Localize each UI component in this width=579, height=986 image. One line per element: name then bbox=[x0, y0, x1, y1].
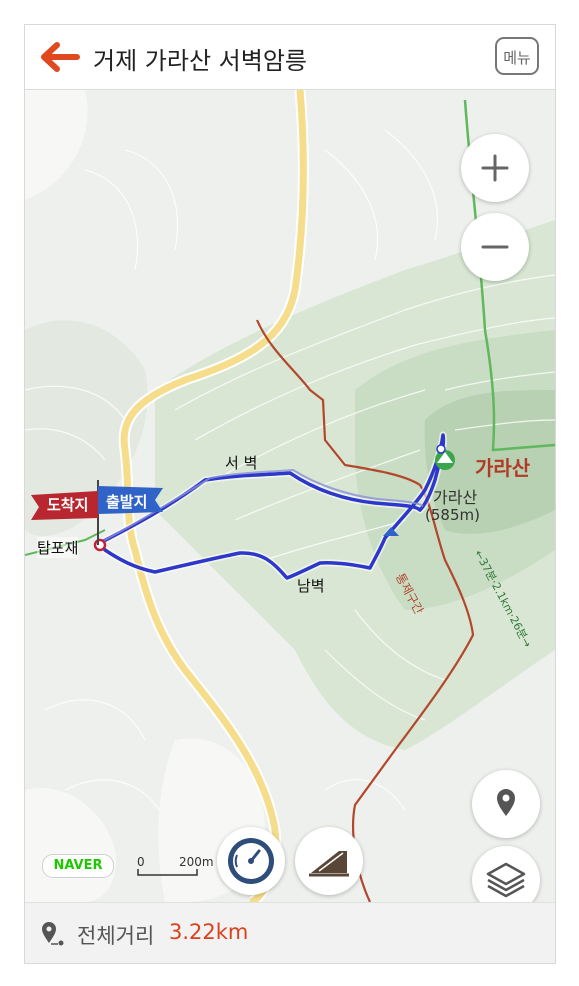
header-bar: 거제 가라산 서벽암릉 메뉴 bbox=[25, 25, 555, 90]
page-title: 거제 가라산 서벽암릉 bbox=[93, 47, 307, 75]
app-frame: 거제 가라산 서벽암릉 메뉴 가라산 가라산 (585m) 서 벽 남벽 탑포재… bbox=[24, 24, 556, 964]
zoom-out-button[interactable] bbox=[461, 213, 529, 281]
back-arrow-icon bbox=[41, 42, 80, 72]
peak-elevation-label: (585m) bbox=[425, 506, 480, 524]
my-location-button[interactable] bbox=[472, 770, 540, 838]
layers-icon bbox=[486, 862, 526, 898]
naver-logo: NAVER bbox=[42, 854, 114, 878]
gauge-button[interactable] bbox=[217, 827, 285, 895]
menu-button[interactable]: 메뉴 bbox=[495, 37, 539, 75]
scale-bar bbox=[137, 869, 198, 876]
layers-button[interactable] bbox=[472, 846, 540, 902]
south-wall-label: 남벽 bbox=[297, 577, 325, 595]
minus-icon bbox=[481, 245, 509, 249]
map-scale: 0 200m bbox=[137, 855, 217, 877]
map-view[interactable]: 가라산 가라산 (585m) 서 벽 남벽 탑포재 통제구간 ←37분·2.1k… bbox=[25, 90, 555, 902]
zoom-in-button[interactable] bbox=[461, 134, 529, 202]
total-distance-label: 전체거리 bbox=[77, 924, 155, 948]
back-button[interactable] bbox=[33, 35, 83, 79]
departure-flag-label: 출발지 bbox=[106, 493, 148, 511]
gauge-icon bbox=[228, 838, 274, 884]
start-end-marker bbox=[93, 538, 107, 552]
peak-name-small-label: 가라산 bbox=[433, 488, 478, 507]
elevation-chart-icon bbox=[309, 850, 349, 877]
route-distance-icon bbox=[42, 922, 64, 946]
arrival-flag-label: 도착지 bbox=[47, 496, 89, 514]
peak-name-label: 가라산 bbox=[475, 456, 531, 480]
elevation-button[interactable] bbox=[295, 827, 363, 895]
plus-icon bbox=[481, 154, 509, 182]
start-point-label: 탑포재 bbox=[37, 537, 79, 558]
total-distance-value: 3.22km bbox=[169, 920, 249, 944]
distance-bar: 전체거리 3.22km bbox=[25, 902, 555, 963]
west-wall-label: 서 벽 bbox=[225, 454, 258, 472]
location-pin-icon bbox=[497, 789, 515, 816]
